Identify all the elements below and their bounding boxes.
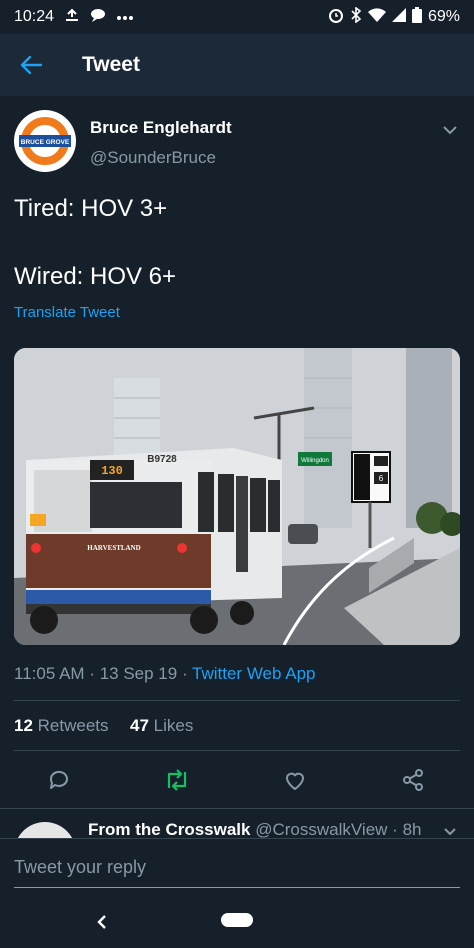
tweet-date: 13 Sep 19 (99, 664, 178, 683)
reply-separator: · (392, 820, 403, 838)
reply-time: 8h (402, 820, 422, 838)
avatar[interactable]: BRUCE GROVE (14, 110, 76, 172)
reply-author-name: From the Crosswalk (88, 820, 251, 838)
reply-author[interactable]: From the Crosswalk @CrosswalkView · 8h (88, 820, 421, 838)
arrow-left-icon (20, 56, 42, 74)
system-nav-bar (0, 896, 474, 948)
like-button[interactable] (279, 764, 311, 796)
tweet-meta: 11:05 AM · 13 Sep 19 · Twitter Web App (14, 664, 316, 684)
status-bar: 10:24 69% (0, 0, 474, 34)
reply-avatar[interactable] (14, 822, 76, 838)
chevron-down-icon (444, 828, 456, 836)
alarm-icon (328, 7, 344, 28)
more-dots-icon (116, 8, 134, 26)
bluetooth-icon (350, 5, 362, 28)
signal-icon (391, 7, 406, 27)
roundel-logo-icon: BRUCE GROVE (19, 117, 71, 165)
tweet-menu-button[interactable] (440, 120, 460, 140)
reply-author-handle: @CrosswalkView (255, 820, 388, 838)
chevron-down-icon (443, 126, 457, 135)
message-icon (90, 8, 106, 27)
reply-menu-button[interactable] (442, 824, 458, 838)
meta-separator: · (89, 664, 100, 683)
tweet-stats: 12 Retweets 47 Likes (14, 716, 193, 736)
app-bar: Tweet (0, 34, 474, 96)
likes-stat[interactable]: 47 Likes (130, 716, 193, 735)
hov-sign-number: 6 (379, 474, 384, 483)
wifi-icon (367, 7, 386, 27)
chevron-left-icon (97, 915, 106, 929)
share-button[interactable] (397, 764, 429, 796)
meta-separator: · (181, 664, 193, 683)
battery-icon (411, 6, 422, 28)
retweet-button[interactable] (161, 764, 193, 796)
tweet-actions (0, 764, 474, 796)
nav-home-pill[interactable] (221, 913, 253, 927)
divider (0, 808, 474, 809)
avatar-text: BRUCE GROVE (21, 139, 70, 146)
reply-tweet-preview[interactable]: From the Crosswalk @CrosswalkView · 8h (0, 812, 474, 838)
tweet-photo[interactable]: Willingdon 6 130 B9728 HARVESTLAND (14, 348, 460, 645)
tweet-source-link[interactable]: Twitter Web App (192, 664, 315, 683)
translate-tweet-link[interactable]: Translate Tweet (14, 304, 120, 321)
tweet-text: Tired: HOV 3+ Wired: HOV 6+ (14, 195, 177, 290)
retweets-stat[interactable]: 12 Retweets (14, 716, 109, 735)
tweet-time: 11:05 AM (14, 664, 85, 683)
author-handle[interactable]: @SounderBruce (90, 148, 216, 168)
battery-percent: 69% (427, 8, 460, 25)
status-time: 10:24 (14, 8, 55, 25)
reply-input[interactable] (14, 857, 460, 878)
author-row: BRUCE GROVE Bruce Englehardt @SounderBru… (14, 110, 464, 174)
back-button[interactable] (0, 34, 62, 96)
bus-route-text: 130 (101, 464, 123, 478)
page-title: Tweet (82, 53, 140, 76)
author-name[interactable]: Bruce Englehardt (90, 118, 232, 138)
heart-icon (286, 772, 304, 790)
upload-icon (64, 8, 80, 27)
road-sign-text: Willingdon (301, 458, 329, 464)
divider (14, 750, 460, 751)
share-icon (403, 769, 423, 791)
bus-ad-text: HARVESTLAND (87, 544, 140, 552)
divider (14, 700, 460, 701)
reply-input-underline (14, 887, 460, 888)
retweet-icon (167, 769, 187, 791)
bus-number-text: B9728 (147, 454, 177, 465)
reply-icon (49, 770, 68, 789)
reply-bar (0, 838, 474, 896)
reply-button[interactable] (43, 764, 75, 796)
nav-back-button[interactable] (90, 910, 114, 934)
